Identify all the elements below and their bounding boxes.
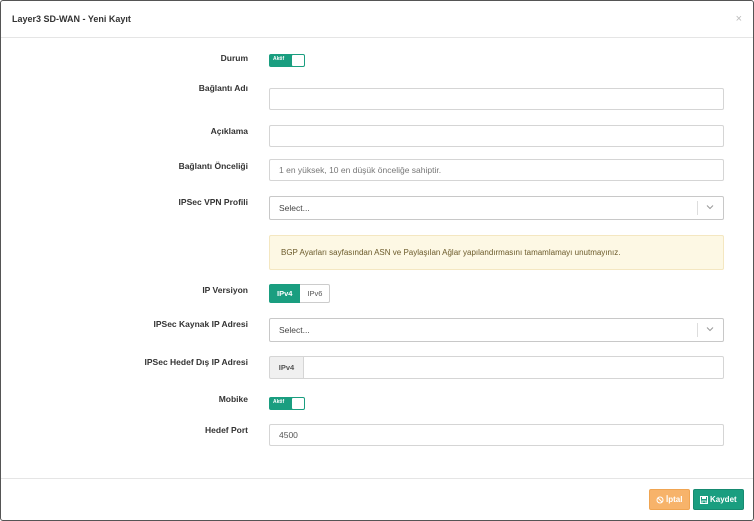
ipsec-profile-value: Select... xyxy=(279,203,310,213)
save-label: Kaydet xyxy=(710,495,737,504)
dest-port-label: Hedef Port xyxy=(205,425,248,435)
source-ip-select[interactable]: Select... xyxy=(269,318,724,342)
bgp-notice: BGP Ayarları sayfasından ASN ve Paylaşıl… xyxy=(269,235,724,270)
chevron-down-icon xyxy=(706,327,714,332)
modal-dialog: Layer3 SD-WAN - Yeni Kayıt × Durum Aktif… xyxy=(0,0,754,521)
status-label: Durum xyxy=(220,53,248,63)
ip-version-segmented: IPv4 IPv6 xyxy=(269,284,724,303)
save-button[interactable]: Kaydet xyxy=(693,489,744,510)
priority-label: Bağlantı Önceliği xyxy=(178,161,248,171)
source-ip-label: IPSec Kaynak IP Adresi xyxy=(153,319,249,329)
modal-footer: İptal Kaydet xyxy=(1,478,753,520)
source-ip-value: Select... xyxy=(279,325,310,335)
close-icon[interactable]: × xyxy=(736,13,742,25)
mobike-toggle-text: Aktif xyxy=(273,399,285,405)
modal-title: Layer3 SD-WAN - Yeni Kayıt xyxy=(12,14,131,24)
ipsec-profile-select[interactable]: Select... xyxy=(269,196,724,220)
dest-ip-addon: IPv4 xyxy=(269,356,304,379)
ban-icon xyxy=(656,496,664,503)
dest-ip-label: IPSec Hedef Dış IP Adresi xyxy=(144,357,248,367)
connection-name-label: Bağlantı Adı xyxy=(198,83,248,93)
cancel-button[interactable]: İptal xyxy=(649,489,690,510)
ip-version-option-ipv4[interactable]: IPv4 xyxy=(269,284,301,303)
connection-name-input[interactable] xyxy=(269,88,724,110)
toggle-knob xyxy=(292,398,304,409)
dest-ip-group: IPv4 xyxy=(269,356,724,379)
description-label: Açıklama xyxy=(210,126,248,136)
chevron-down-icon xyxy=(706,205,714,210)
priority-input[interactable]: 1 en yüksek, 10 en düşük önceliğe sahipt… xyxy=(269,159,724,181)
dest-port-input[interactable]: 4500 xyxy=(269,424,724,446)
ipsec-profile-label: IPSec VPN Profili xyxy=(178,197,248,207)
cancel-label: İptal xyxy=(666,495,683,504)
modal-header: Layer3 SD-WAN - Yeni Kayıt × xyxy=(1,1,753,38)
select-divider xyxy=(697,201,698,215)
description-input[interactable] xyxy=(269,125,724,147)
toggle-knob xyxy=(292,55,304,66)
mobike-toggle[interactable]: Aktif xyxy=(269,397,305,410)
ip-version-option-ipv6[interactable]: IPv6 xyxy=(300,284,331,303)
select-divider xyxy=(697,323,698,337)
floppy-disk-icon xyxy=(700,495,708,504)
ip-version-label: IP Versiyon xyxy=(202,285,248,295)
status-toggle[interactable]: Aktif xyxy=(269,54,305,67)
dest-ip-input[interactable] xyxy=(304,356,724,379)
status-toggle-text: Aktif xyxy=(273,56,285,62)
mobike-label: Mobike xyxy=(218,394,248,404)
